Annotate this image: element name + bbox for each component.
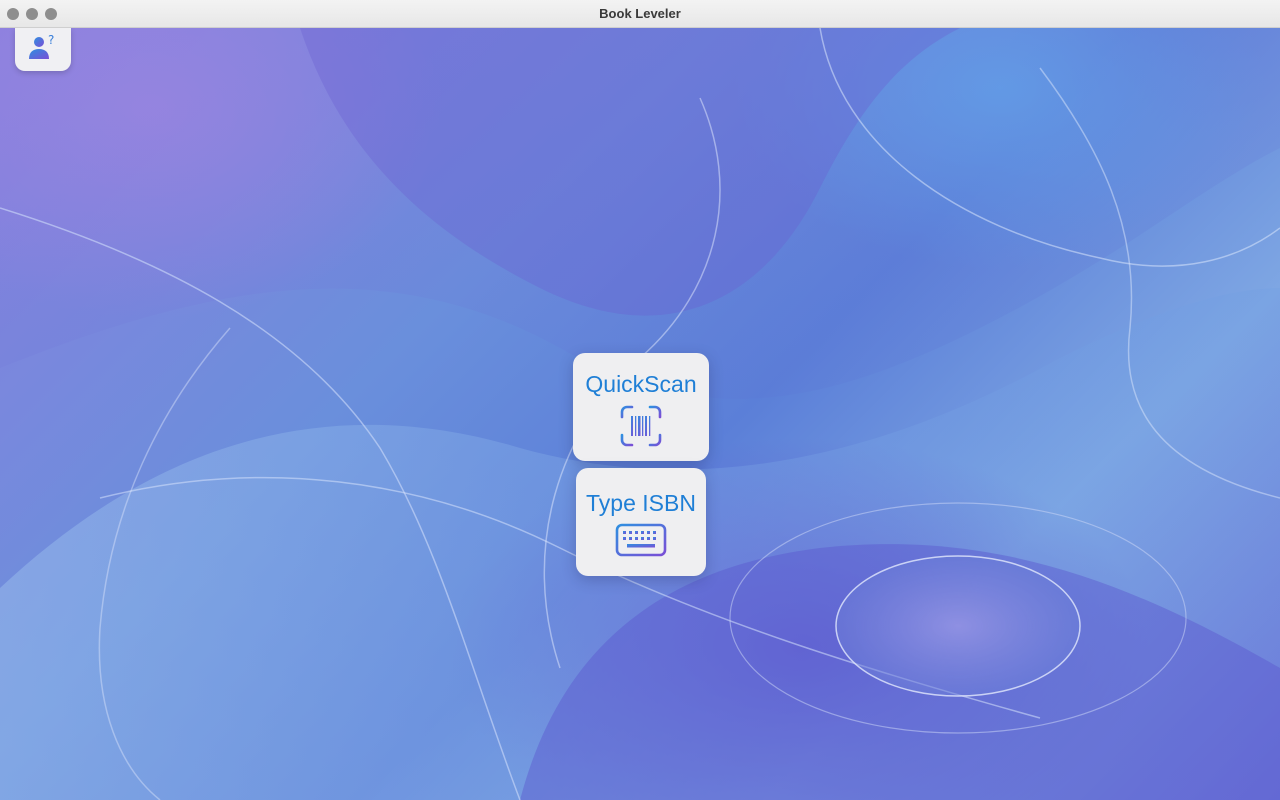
type-isbn-label: Type ISBN <box>586 490 696 516</box>
barcode-viewfinder-icon <box>620 405 662 447</box>
title-bar: Book Leveler <box>0 0 1280 28</box>
type-isbn-button[interactable]: Type ISBN <box>576 468 706 576</box>
wallpaper: QuickScan Type ISBN <box>0 28 1280 800</box>
person-question-icon: ? <box>29 33 54 59</box>
app-window: Book Leveler QuickScan Type ISBN ? <box>0 0 1280 800</box>
svg-text:?: ? <box>48 33 54 47</box>
quickscan-label: QuickScan <box>585 371 697 397</box>
quickscan-button[interactable]: QuickScan <box>573 353 709 461</box>
help-button[interactable]: ? <box>15 28 71 71</box>
keyboard-icon <box>615 523 667 557</box>
window-title: Book Leveler <box>599 6 681 21</box>
